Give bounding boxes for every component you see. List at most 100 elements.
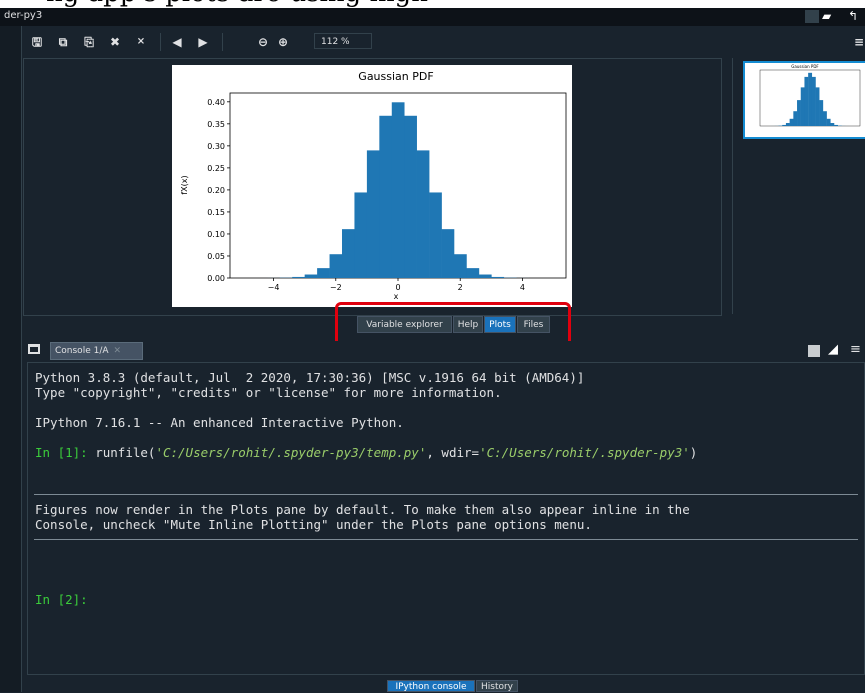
histogram-bar <box>491 277 504 278</box>
save-icon[interactable]: 🖫 <box>28 33 46 51</box>
save-all-icon[interactable]: ⧉ <box>54 33 72 51</box>
thumbnail-chart: Gaussian PDF <box>745 63 865 137</box>
window-title: der-py3 <box>4 10 42 21</box>
input-prompt: In [1]: <box>35 445 95 460</box>
histogram-bar <box>367 150 380 278</box>
ipython-console[interactable]: Python 3.8.3 (default, Jul 2 2020, 17:30… <box>27 362 865 675</box>
x-tick-label: −2 <box>330 283 342 292</box>
zoom-field[interactable]: 112 % <box>314 33 372 49</box>
histogram-bar <box>479 275 492 278</box>
y-tick-label: 0.25 <box>207 164 225 173</box>
thumbnail-bar <box>823 111 827 126</box>
thumbnail-bar <box>786 123 790 126</box>
thumbnail-bar <box>816 87 820 126</box>
tab-ipython-console[interactable]: IPython console <box>387 680 475 692</box>
console-line: Python 3.8.3 (default, Jul 2 2020, 17:30… <box>35 370 584 385</box>
y-tick-label: 0.40 <box>207 98 225 107</box>
thumbnail-bar <box>797 100 801 126</box>
console-line: Console, uncheck "Mute Inline Plotting" … <box>35 517 592 532</box>
close-all-icon[interactable]: ⨯ <box>132 33 150 51</box>
thumbnail-bar <box>801 87 805 126</box>
options-menu-icon[interactable]: ≡ <box>850 33 865 51</box>
string-literal: 'C:/Users/rohit/.spyder-py3/temp.py' <box>155 445 426 460</box>
x-ticks: −4 −2 0 2 4 <box>268 278 525 292</box>
plot-thumbnail[interactable]: Gaussian PDF <box>743 61 865 139</box>
thumbnail-bar <box>830 123 834 126</box>
thumbnail-bar <box>793 111 797 126</box>
y-tick-label: 0.10 <box>207 230 225 239</box>
close-tab-icon[interactable]: ✕ <box>114 346 122 356</box>
x-tick-label: −4 <box>268 283 280 292</box>
zoom-in-icon[interactable]: ⊕ <box>274 33 292 51</box>
console-line: IPython 7.16.1 -- An enhanced Interactiv… <box>35 415 404 430</box>
chart-title: Gaussian PDF <box>358 70 433 83</box>
close-icon[interactable]: ✖ <box>106 33 124 51</box>
y-ticks: 0.000.050.100.150.200.250.300.350.40 <box>207 98 230 283</box>
caption-text: ng app's plots are using high- <box>46 0 437 8</box>
x-tick-label: 2 <box>458 283 463 292</box>
thumbnail-bar <box>804 77 808 126</box>
thumbnail-bar <box>790 119 794 126</box>
histogram-bar <box>354 192 367 278</box>
gaussian-chart: Gaussian PDF 0.00 0.05 0.10 0.15 0.20 0.25 0.3… <box>172 65 572 307</box>
y-tick-label: 0.15 <box>207 208 225 217</box>
thumbnail-title: Gaussian PDF <box>791 64 819 69</box>
stop-icon[interactable] <box>808 345 820 357</box>
y-tick-label: 0.35 <box>207 120 225 129</box>
console-input-line: In [1]: runfile('C:/Users/rohit/.spyder-… <box>35 445 697 460</box>
toolbar-separator <box>160 33 161 51</box>
thumbnail-bar <box>808 73 812 126</box>
string-literal: 'C:/Users/rohit/.spyder-py3' <box>479 445 690 460</box>
histogram-bar <box>392 102 405 278</box>
thumbnail-bar <box>812 77 816 126</box>
histogram-bar <box>466 268 479 278</box>
histogram-bar <box>454 254 467 278</box>
tab-history[interactable]: History <box>476 680 518 692</box>
input-prompt[interactable]: In [2]: <box>35 592 88 607</box>
thumbnail-bar <box>834 125 838 126</box>
plots-toolbar: 🖫 ⧉ ⎘ ✖ ⨯ ◀ ▶ ⊖ ⊕ 112 % ≡ <box>22 28 865 56</box>
y-tick-label: 0.20 <box>207 186 225 195</box>
console-tab[interactable]: Console 1/A✕ <box>50 342 143 360</box>
thumbnail-bar <box>782 125 786 126</box>
thumbnail-bars <box>771 73 849 126</box>
thumbnail-bar <box>819 100 823 126</box>
figure: Gaussian PDF 0.00 0.05 0.10 0.15 0.20 0.25 0.3… <box>172 65 572 307</box>
copy-icon[interactable]: ⎘ <box>80 33 98 51</box>
eraser-icon[interactable]: ◢ <box>828 342 838 357</box>
forward-arrow-icon[interactable]: ▶ <box>194 33 212 51</box>
console-line: Figures now render in the Plots pane by … <box>35 502 690 517</box>
histogram-bar <box>442 229 455 278</box>
command-text: runfile( <box>95 445 155 460</box>
x-tick-label: 0 <box>395 283 400 292</box>
minimize-button[interactable] <box>805 10 819 23</box>
command-text: ) <box>690 445 698 460</box>
open-folder-icon[interactable]: ▰ <box>822 10 842 23</box>
zoom-out-icon[interactable]: ⊖ <box>254 33 272 51</box>
histogram-bar <box>292 277 305 278</box>
histogram-bar <box>379 116 392 278</box>
histogram-bar <box>330 254 343 278</box>
y-tick-label: 0.05 <box>207 252 225 261</box>
x-axis-label: x <box>394 292 399 301</box>
y-tick-label: 0.00 <box>207 274 225 283</box>
x-tick-label: 4 <box>520 283 525 292</box>
back-arrow-icon[interactable]: ◀ <box>168 33 186 51</box>
command-text: , wdir= <box>426 445 479 460</box>
histogram-bar <box>417 150 430 278</box>
arrow-icon[interactable]: ↰ <box>848 10 865 23</box>
console-header: Console 1/A✕ ◢ ≡ <box>22 341 865 361</box>
console-line: Type "copyright", "credits" or "license"… <box>35 385 502 400</box>
options-menu-icon[interactable]: ≡ <box>850 342 861 357</box>
caption-band: ng app's plots are using high- <box>0 0 865 8</box>
console-window-icon[interactable] <box>28 344 40 354</box>
bars-group <box>267 102 529 278</box>
divider <box>34 539 858 540</box>
histogram-bar <box>429 192 442 278</box>
divider <box>34 494 858 495</box>
title-bar: der-py3 ▰ ↰ <box>0 8 865 26</box>
y-axis-label: fX(x) <box>180 175 189 194</box>
histogram-bar <box>342 229 355 278</box>
thumbnail-bar <box>827 119 831 126</box>
histogram-bar <box>404 116 417 278</box>
